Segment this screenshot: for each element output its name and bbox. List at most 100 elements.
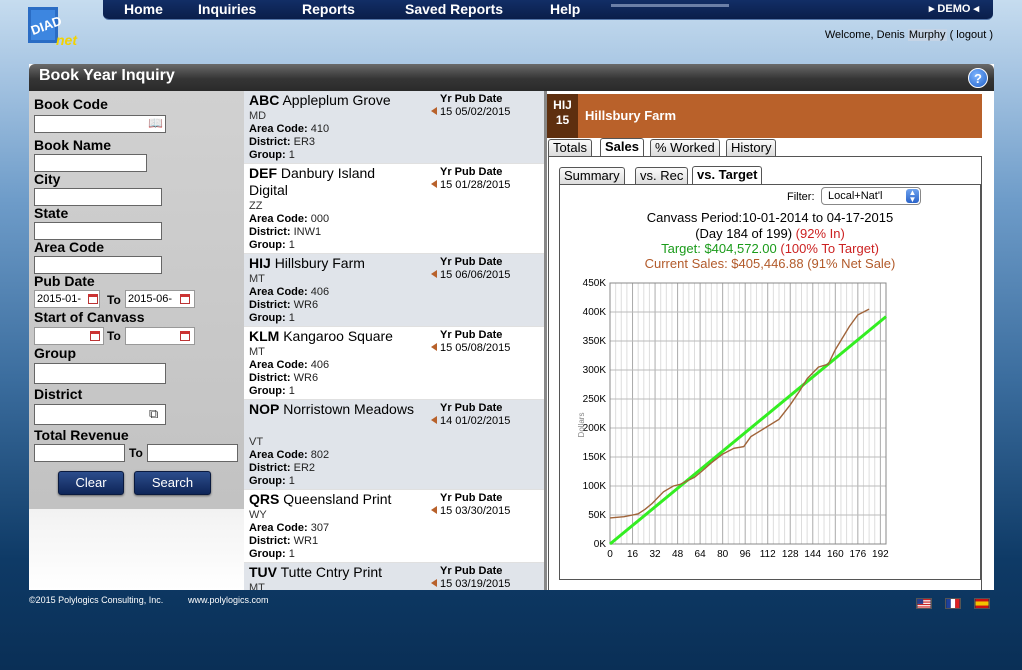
- yr-pub-value: 15 03/30/2015: [440, 505, 511, 517]
- demo-label: DEMO: [937, 3, 971, 15]
- book-district: District: WR6: [249, 299, 318, 311]
- nav-saved-reports[interactable]: Saved Reports: [405, 1, 503, 17]
- x-tick-label: 176: [849, 549, 866, 560]
- label-pub-date: Pub Date: [34, 273, 95, 289]
- list-item[interactable]: ABC Appleplum Grove MD Area Code: 410 Di…: [244, 91, 544, 164]
- x-tick-label: 144: [804, 549, 821, 560]
- nav-home[interactable]: Home: [124, 1, 163, 17]
- district-value: ER2: [293, 462, 316, 474]
- list-item[interactable]: TUV Tutte Cntry Print MT Yr Pub Date 15 …: [244, 563, 544, 590]
- footer-url[interactable]: www.polylogics.com: [188, 595, 269, 605]
- left-arrow-icon: [431, 506, 437, 514]
- district-lookup-icon[interactable]: ⧉: [149, 406, 158, 422]
- district-label: District:: [249, 299, 291, 311]
- label-area-code: Area Code: [34, 239, 105, 255]
- group-input[interactable]: [34, 363, 166, 384]
- tab-percent-worked[interactable]: % Worked: [650, 139, 720, 156]
- list-item[interactable]: HIJ Hillsbury Farm MT Area Code: 406 Dis…: [244, 254, 544, 327]
- list-item[interactable]: NOP Norristown Meadows VT Area Code: 802…: [244, 400, 544, 490]
- nav-reports[interactable]: Reports: [302, 1, 355, 17]
- book-code: ABC: [249, 92, 280, 108]
- clear-button[interactable]: Clear: [58, 471, 124, 495]
- book-title: KLM Kangaroo Square: [249, 328, 417, 345]
- x-tick-label: 128: [782, 549, 799, 560]
- y-tick-label: 50K: [588, 510, 606, 521]
- list-item[interactable]: QRS Queensland Print WY Area Code: 307 D…: [244, 490, 544, 563]
- to-label: To: [107, 329, 121, 343]
- book-code-input[interactable]: [34, 115, 166, 133]
- y-tick-label: 250K: [583, 394, 607, 405]
- area-value: 802: [310, 449, 330, 461]
- book-group: Group: 1: [249, 548, 295, 560]
- list-item[interactable]: KLM Kangaroo Square MT Area Code: 406 Di…: [244, 327, 544, 400]
- book-code: DEF: [249, 165, 277, 181]
- day-progress: (Day 184 of 199) (92% In): [560, 226, 980, 241]
- book-name: Appleplum Grove: [282, 92, 391, 108]
- y-tick-label: 150K: [583, 452, 607, 463]
- tab-sales[interactable]: Sales: [600, 138, 644, 156]
- area-label: Area Code:: [249, 359, 308, 371]
- city-input[interactable]: [34, 188, 162, 206]
- left-triangle-icon: ◂: [970, 3, 979, 15]
- book-district: District: INW1: [249, 226, 321, 238]
- logo-text-net: net: [56, 32, 78, 48]
- current-sales: Current Sales: $405,446.88 (91% Net Sale…: [644, 256, 896, 271]
- book-code: TUV: [249, 564, 277, 580]
- demo-selector[interactable]: ▸ DEMO ◂: [929, 2, 979, 15]
- nav-help[interactable]: Help: [550, 1, 580, 17]
- spain-flag-icon[interactable]: [974, 598, 990, 609]
- left-arrow-icon: [431, 579, 437, 587]
- calendar-icon[interactable]: [90, 331, 100, 341]
- x-tick-label: 160: [827, 549, 844, 560]
- calendar-icon[interactable]: [88, 294, 98, 304]
- help-icon[interactable]: ?: [968, 68, 988, 88]
- footer-copyright: ©2015 Polylogics Consulting, Inc.: [29, 595, 164, 605]
- nav-inquiries[interactable]: Inquiries: [198, 1, 256, 17]
- district-input[interactable]: [34, 404, 166, 425]
- user-last-name: Murphy: [907, 29, 947, 41]
- sales-vs-target-chart: 0K 50K 100K 150K 200K 250K 300K 350K 400K 450K 0 1…: [577, 278, 889, 560]
- us-flag-icon[interactable]: [916, 598, 932, 609]
- revenue-from-input[interactable]: [34, 444, 125, 462]
- group-label: Group:: [249, 312, 286, 324]
- results-list: ABC Appleplum Grove MD Area Code: 410 Di…: [244, 91, 544, 590]
- book-name: Tutte Cntry Print: [280, 564, 383, 580]
- district-value: WR6: [293, 372, 319, 384]
- area-label: Area Code:: [249, 213, 308, 225]
- subtab-vs-rec[interactable]: vs. Rec: [635, 167, 689, 184]
- filter-label: Filter:: [787, 191, 815, 203]
- france-flag-icon[interactable]: [945, 598, 961, 609]
- state-input[interactable]: [34, 222, 162, 240]
- book-name: Queensland Print: [283, 491, 392, 507]
- area-label: Area Code:: [249, 286, 308, 298]
- x-tick-label: 64: [695, 549, 707, 560]
- search-button[interactable]: Search: [134, 471, 211, 495]
- tab-totals[interactable]: Totals: [548, 139, 592, 156]
- diadnet-logo[interactable]: DIAD net: [28, 5, 84, 51]
- filter-select[interactable]: Local+Nat'l ▲ ▼: [821, 187, 921, 205]
- book-group: Group: 1: [249, 385, 295, 397]
- logout-link[interactable]: ( logout ): [950, 29, 993, 41]
- book-name-input[interactable]: [34, 154, 147, 172]
- tab-history[interactable]: History: [726, 139, 777, 156]
- selected-book-code: HIJ 15: [547, 94, 578, 138]
- subtab-vs-target[interactable]: vs. Target: [692, 166, 763, 184]
- subtab-summary[interactable]: Summary: [559, 167, 625, 184]
- calendar-icon[interactable]: [180, 294, 190, 304]
- list-item[interactable]: DEF Danbury Island Digital ZZ Area Code:…: [244, 164, 544, 254]
- x-tick-label: 80: [717, 549, 729, 560]
- book-state: ZZ: [249, 200, 263, 212]
- group-value: 1: [288, 312, 295, 324]
- district-label: District:: [249, 226, 291, 238]
- revenue-to-input[interactable]: [147, 444, 238, 462]
- district-value: WR6: [293, 299, 319, 311]
- book-name: Kangaroo Square: [283, 328, 393, 344]
- book-code: HIJ: [553, 98, 572, 112]
- target-line: [609, 315, 887, 546]
- label-district: District: [34, 386, 83, 402]
- x-tick-label: 48: [672, 549, 684, 560]
- area-code-input[interactable]: [34, 256, 162, 274]
- book-district: District: WR1: [249, 535, 318, 547]
- book-lookup-icon[interactable]: 📖: [148, 116, 163, 130]
- calendar-icon[interactable]: [180, 331, 190, 341]
